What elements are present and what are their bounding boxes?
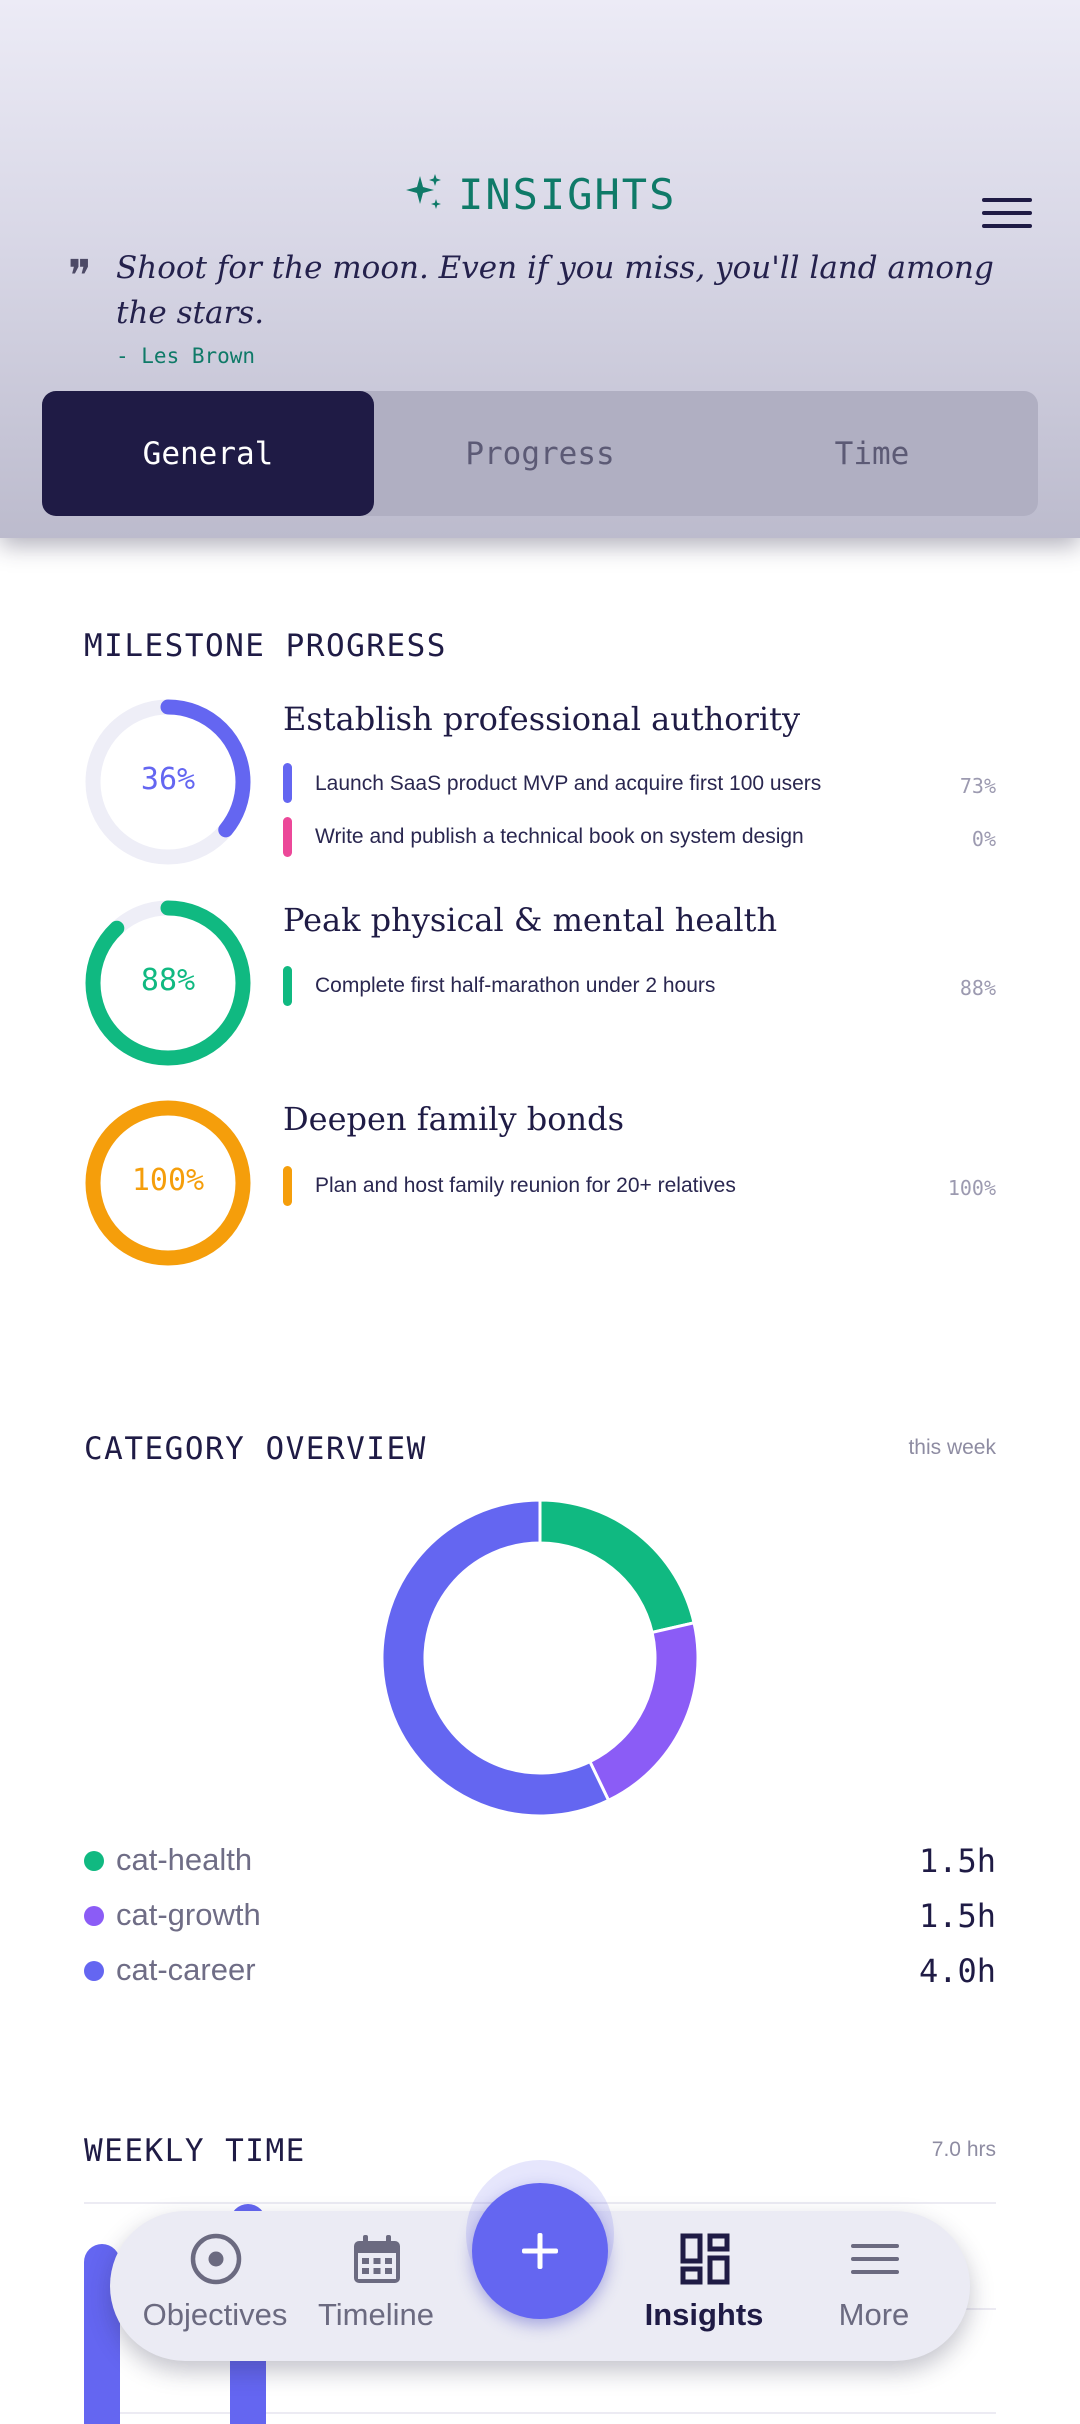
milestone-progress-title: MILESTONE PROGRESS — [84, 628, 447, 664]
target-icon — [190, 2233, 242, 2285]
plus-icon — [522, 2233, 558, 2269]
period-label: this week — [908, 1436, 996, 1459]
weekly-time-title: WEEKLY TIME — [84, 2133, 306, 2169]
tab-bar: General Progress Time — [42, 391, 1038, 516]
legend-value: 1.5h — [918, 1897, 996, 1935]
menu-icon — [851, 2244, 899, 2274]
milestone-color-bar — [283, 817, 292, 857]
milestone-percent: 0% — [971, 827, 996, 851]
tab-progress[interactable]: Progress — [374, 391, 706, 516]
header: INSIGHTS ❞ Shoot for the moon. Even if y… — [0, 0, 1080, 538]
legend-label: cat-health — [116, 1842, 253, 1877]
quote-icon: ❞ — [68, 251, 92, 302]
legend-item: cat-career 4.0h — [84, 1950, 996, 1990]
goal-percent-label: 100% — [131, 1163, 205, 1198]
quote-text: Shoot for the moon. Even if you miss, yo… — [116, 250, 994, 331]
tab-general[interactable]: General — [42, 391, 374, 516]
legend-label: cat-career — [116, 1952, 256, 1987]
calendar-icon — [354, 2235, 400, 2283]
legend-item: cat-health 1.5h — [84, 1840, 996, 1880]
milestone-text: Launch SaaS product MVP and acquire firs… — [315, 772, 822, 795]
legend-dot — [84, 1961, 104, 1981]
milestone-color-bar — [283, 966, 292, 1006]
goal-title: Deepen family bonds — [283, 1100, 624, 1138]
weekly-total: 7.0 hrs — [931, 2138, 996, 2161]
hamburger-menu-icon[interactable] — [982, 198, 1032, 232]
title-row: INSIGHTS — [0, 170, 1080, 219]
legend-label: cat-growth — [116, 1897, 261, 1932]
milestone-color-bar — [283, 763, 292, 803]
legend-dot — [84, 1851, 104, 1871]
milestone-percent: 88% — [959, 976, 996, 1000]
nav-label: Insights — [644, 2297, 764, 2332]
quote-author: - Les Brown — [116, 344, 256, 368]
milestone-text: Write and publish a technical book on sy… — [315, 825, 804, 848]
tab-time[interactable]: Time — [706, 391, 1038, 516]
nav-label: Objectives — [142, 2297, 288, 2332]
milestone-color-bar — [283, 1166, 292, 1206]
nav-more[interactable]: More — [789, 2211, 959, 2361]
grid-line — [84, 2412, 996, 2414]
donut-slice-cat-health — [538, 1498, 696, 1635]
milestone-text: Complete first half-marathon under 2 hou… — [315, 974, 716, 997]
goal-percent-label: 88% — [140, 963, 196, 998]
legend-dot — [84, 1906, 104, 1926]
nav-objectives[interactable]: Objectives — [130, 2211, 300, 2361]
legend-item: cat-growth 1.5h — [84, 1895, 996, 1935]
category-donut-chart — [380, 1498, 700, 1818]
dashboard-icon — [680, 2233, 730, 2285]
legend-value: 4.0h — [918, 1952, 996, 1990]
legend-value: 1.5h — [918, 1842, 996, 1880]
nav-timeline[interactable]: Timeline — [291, 2211, 461, 2361]
donut-slice-cat-growth — [587, 1621, 700, 1803]
add-button[interactable] — [472, 2183, 608, 2319]
nav-insights[interactable]: Insights — [619, 2211, 789, 2361]
goal-title: Establish professional authority — [283, 700, 801, 738]
milestone-percent: 73% — [959, 774, 996, 798]
sparkle-icon — [404, 172, 444, 217]
goal-title: Peak physical & mental health — [283, 901, 778, 939]
nav-label: Timeline — [318, 2297, 434, 2332]
category-overview-title: CATEGORY OVERVIEW — [84, 1431, 427, 1467]
goal-percent-label: 36% — [140, 762, 196, 797]
page-title: INSIGHTS — [458, 170, 677, 219]
milestone-text: Plan and host family reunion for 20+ rel… — [315, 1174, 736, 1197]
milestone-percent: 100% — [947, 1176, 996, 1200]
nav-label: More — [838, 2297, 910, 2332]
